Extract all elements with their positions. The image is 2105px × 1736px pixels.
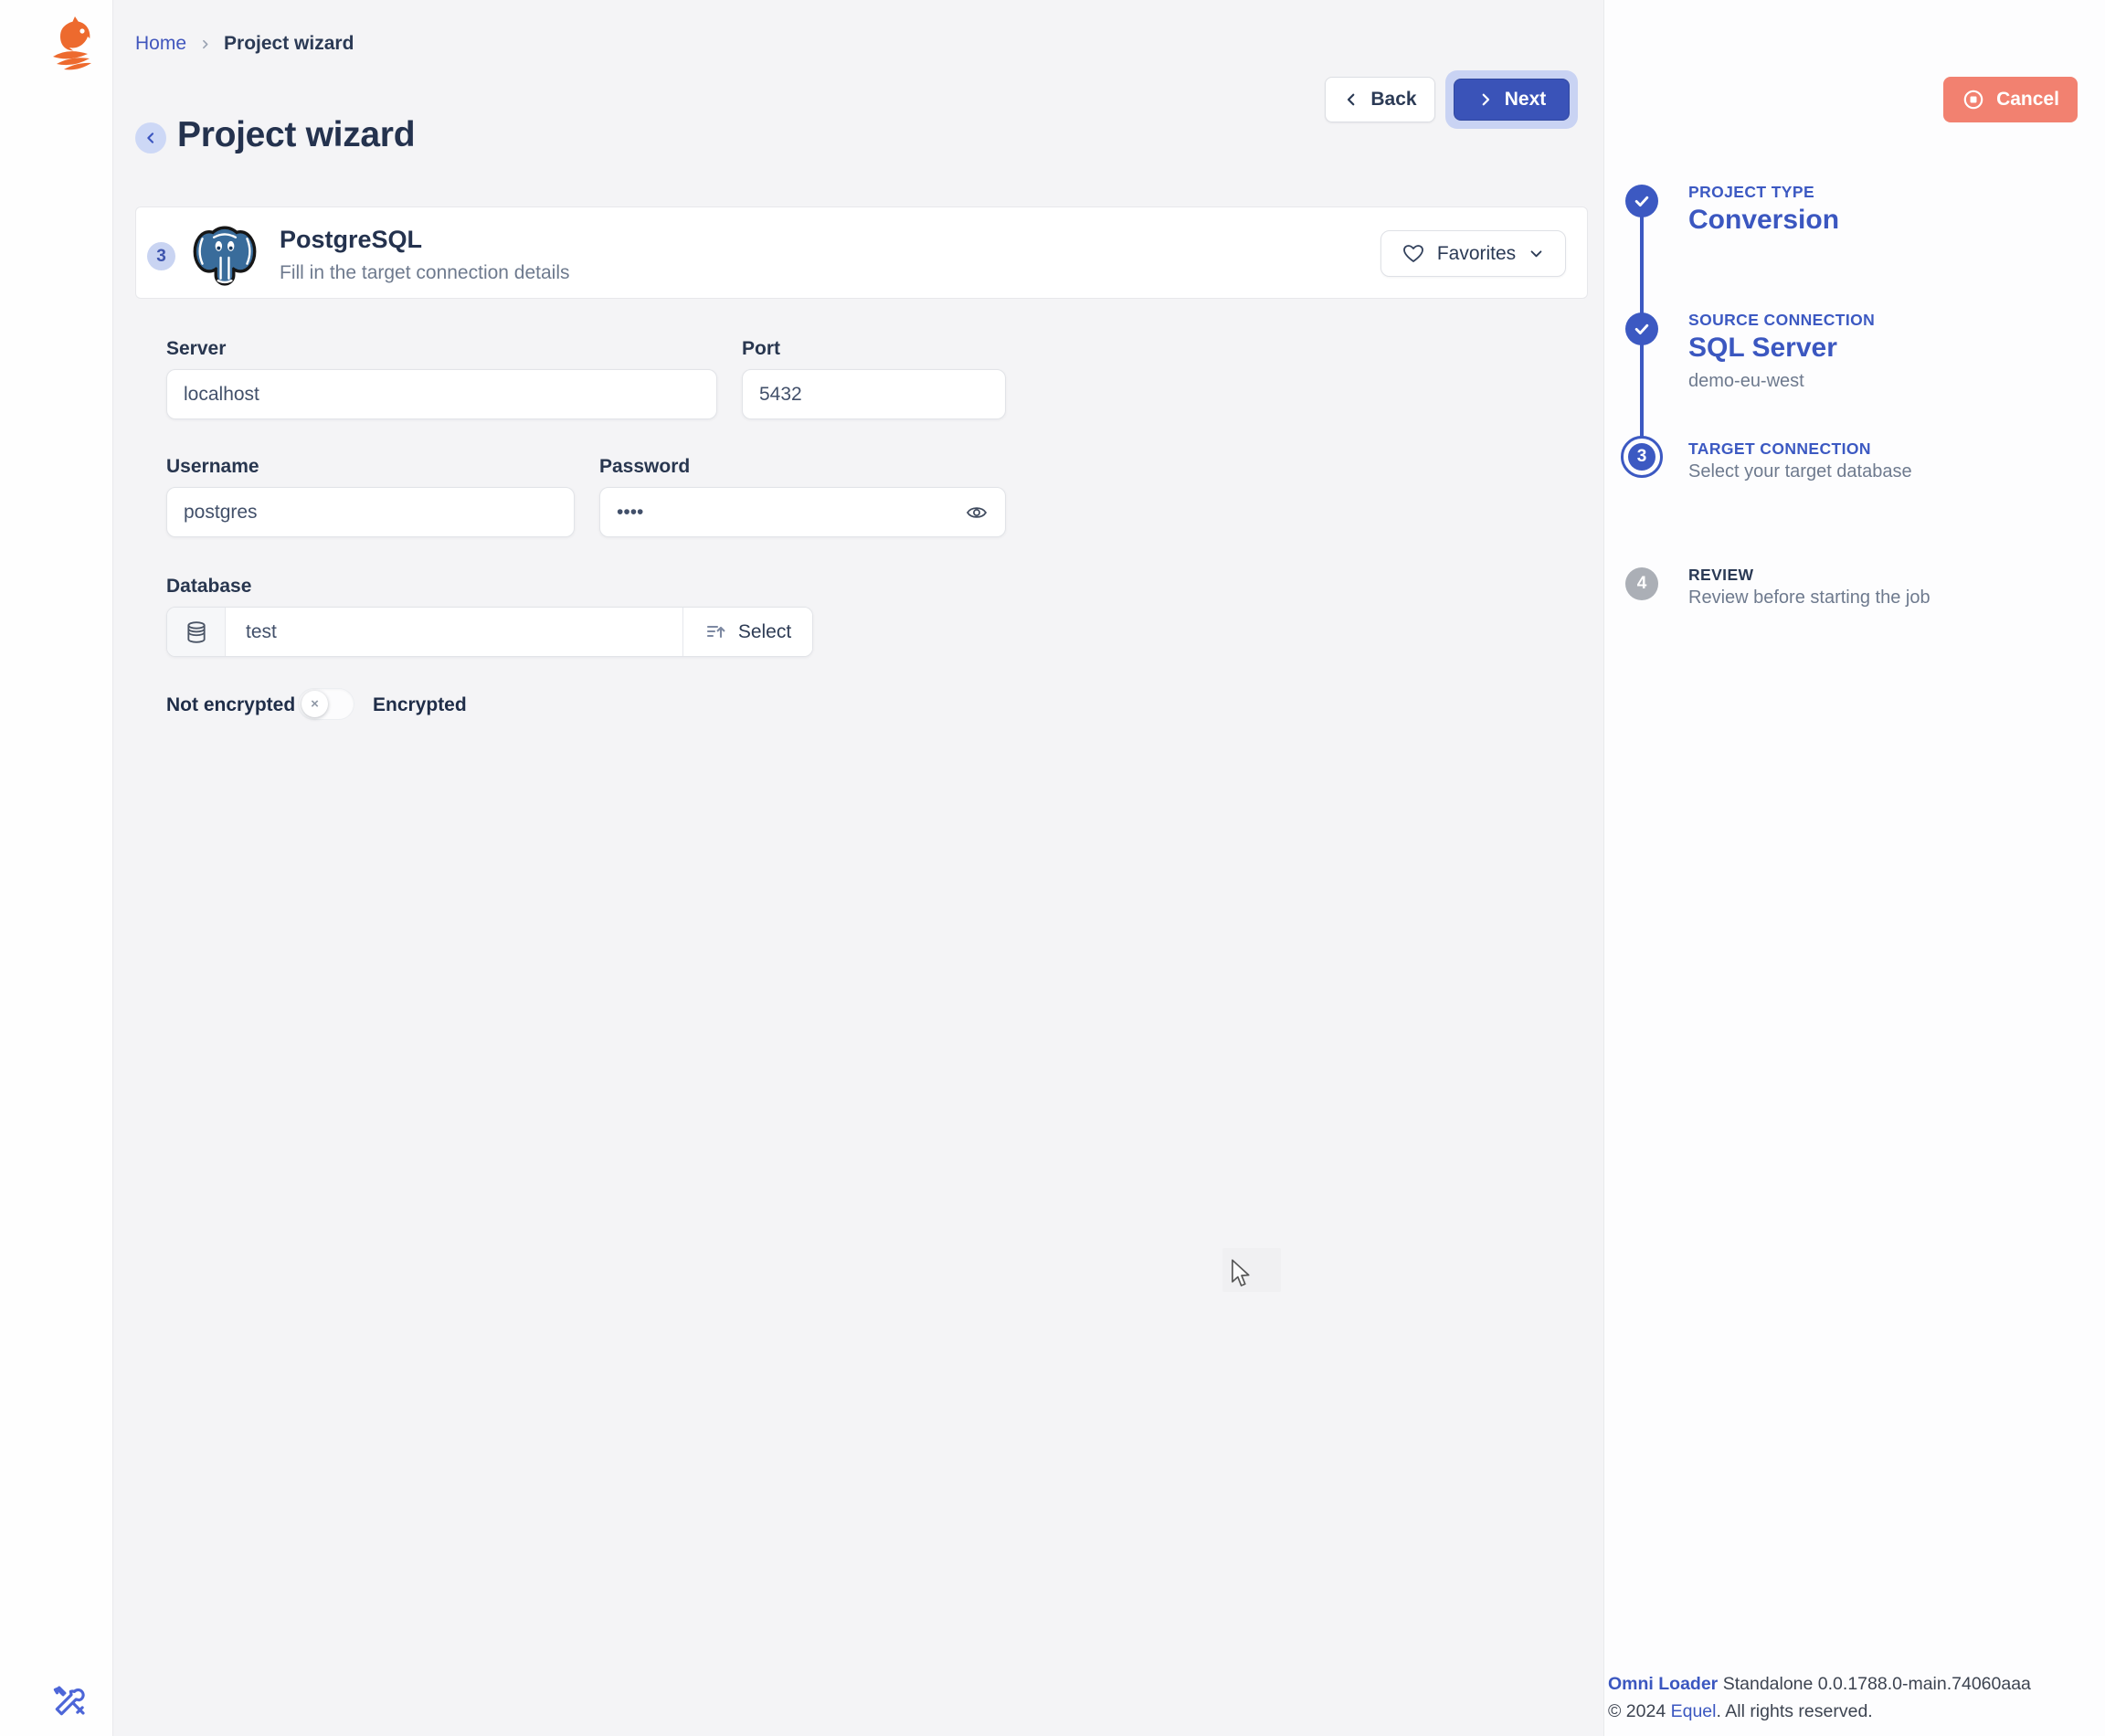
back-button[interactable]: Back — [1325, 77, 1435, 122]
database-select-button[interactable]: Select — [682, 608, 812, 656]
step-number-badge: 3 — [147, 242, 175, 270]
page-title: Project wizard — [177, 115, 415, 155]
encrypted-label: Encrypted — [373, 694, 467, 716]
product-link[interactable]: Omni Loader — [1608, 1674, 1718, 1694]
chevron-right-icon — [1477, 91, 1494, 108]
back-button-label: Back — [1370, 89, 1416, 111]
server-input[interactable] — [166, 369, 717, 419]
step-3-caption: TARGET CONNECTION — [1688, 439, 1871, 459]
step-3-number: 3 — [1628, 443, 1655, 471]
wizard-steps-panel — [1603, 0, 2105, 1736]
port-label: Port — [742, 338, 780, 360]
next-button[interactable]: Next — [1454, 79, 1570, 121]
stop-circle-icon — [1962, 88, 1985, 111]
password-visibility-toggle[interactable] — [962, 500, 991, 525]
mouse-pointer-icon — [1228, 1259, 1255, 1288]
favorites-label: Favorites — [1437, 243, 1516, 265]
step-4-indicator-pending: 4 — [1625, 567, 1658, 600]
step-2-caption: SOURCE CONNECTION — [1688, 311, 1875, 330]
left-sidebar — [0, 0, 113, 1736]
encryption-toggle[interactable]: × — [298, 688, 354, 720]
cancel-button[interactable]: Cancel — [1943, 77, 2078, 122]
check-icon — [1633, 320, 1651, 338]
chevron-left-icon — [1343, 91, 1359, 108]
breadcrumb-current: Project wizard — [224, 33, 354, 55]
database-icon — [185, 619, 208, 645]
next-button-label: Next — [1505, 89, 1547, 111]
select-list-icon — [704, 621, 728, 643]
page-back-button[interactable] — [135, 122, 166, 153]
copyright-suffix: . All rights reserved. — [1716, 1701, 1872, 1721]
chevron-down-icon — [1529, 246, 1544, 261]
database-input[interactable] — [226, 608, 682, 656]
eye-icon — [964, 502, 989, 524]
chevron-right-icon — [199, 38, 211, 50]
card-db-name: PostgreSQL — [280, 226, 422, 254]
step-2-indicator-done — [1625, 312, 1658, 345]
breadcrumb-home-link[interactable]: Home — [135, 33, 186, 55]
footer-version-line: Omni Loader Standalone 0.0.1788.0-main.7… — [1608, 1670, 2031, 1698]
card-subtitle: Fill in the target connection details — [280, 262, 570, 284]
username-label: Username — [166, 456, 259, 478]
username-input[interactable] — [166, 487, 575, 537]
step-1-title[interactable]: Conversion — [1688, 205, 1839, 236]
toggle-knob: × — [301, 691, 328, 717]
step-3-indicator-active: 3 — [1621, 436, 1663, 478]
password-label: Password — [599, 456, 690, 478]
heart-icon — [1402, 243, 1424, 265]
postgresql-logo-icon — [190, 221, 259, 289]
breadcrumb: Home Project wizard — [135, 33, 354, 55]
select-label: Select — [738, 621, 791, 643]
step-4-caption: REVIEW — [1688, 566, 1753, 585]
step-1-caption: PROJECT TYPE — [1688, 183, 1814, 202]
not-encrypted-label: Not encrypted — [166, 694, 295, 716]
cancel-button-label: Cancel — [1996, 89, 2059, 111]
step-4-subtitle: Review before starting the job — [1688, 587, 1930, 609]
step-3-subtitle: Select your target database — [1688, 461, 1912, 482]
step-1-indicator-done — [1625, 185, 1658, 217]
edition-text: Standalone 0.0.1788.0-main.74060aaa — [1718, 1674, 2031, 1694]
footer-copyright-line: © 2024 Equel. All rights reserved. — [1608, 1698, 2031, 1725]
port-input[interactable] — [742, 369, 1006, 419]
database-input-group: Select — [166, 607, 813, 657]
favorites-dropdown-button[interactable]: Favorites — [1380, 230, 1566, 277]
footer: Omni Loader Standalone 0.0.1788.0-main.7… — [1608, 1670, 2031, 1725]
chevron-left-icon — [143, 131, 158, 145]
app-logo-icon[interactable] — [49, 16, 100, 71]
database-label: Database — [166, 576, 251, 598]
copyright-prefix: © 2024 — [1608, 1701, 1671, 1721]
tools-icon[interactable] — [51, 1681, 90, 1720]
step-2-title[interactable]: SQL Server — [1688, 333, 1837, 364]
check-icon — [1633, 192, 1651, 210]
password-input[interactable] — [599, 487, 1006, 537]
database-prefix — [167, 608, 226, 656]
server-label: Server — [166, 338, 226, 360]
step-2-subtitle: demo-eu-west — [1688, 371, 1804, 392]
company-link[interactable]: Equel — [1671, 1701, 1717, 1721]
